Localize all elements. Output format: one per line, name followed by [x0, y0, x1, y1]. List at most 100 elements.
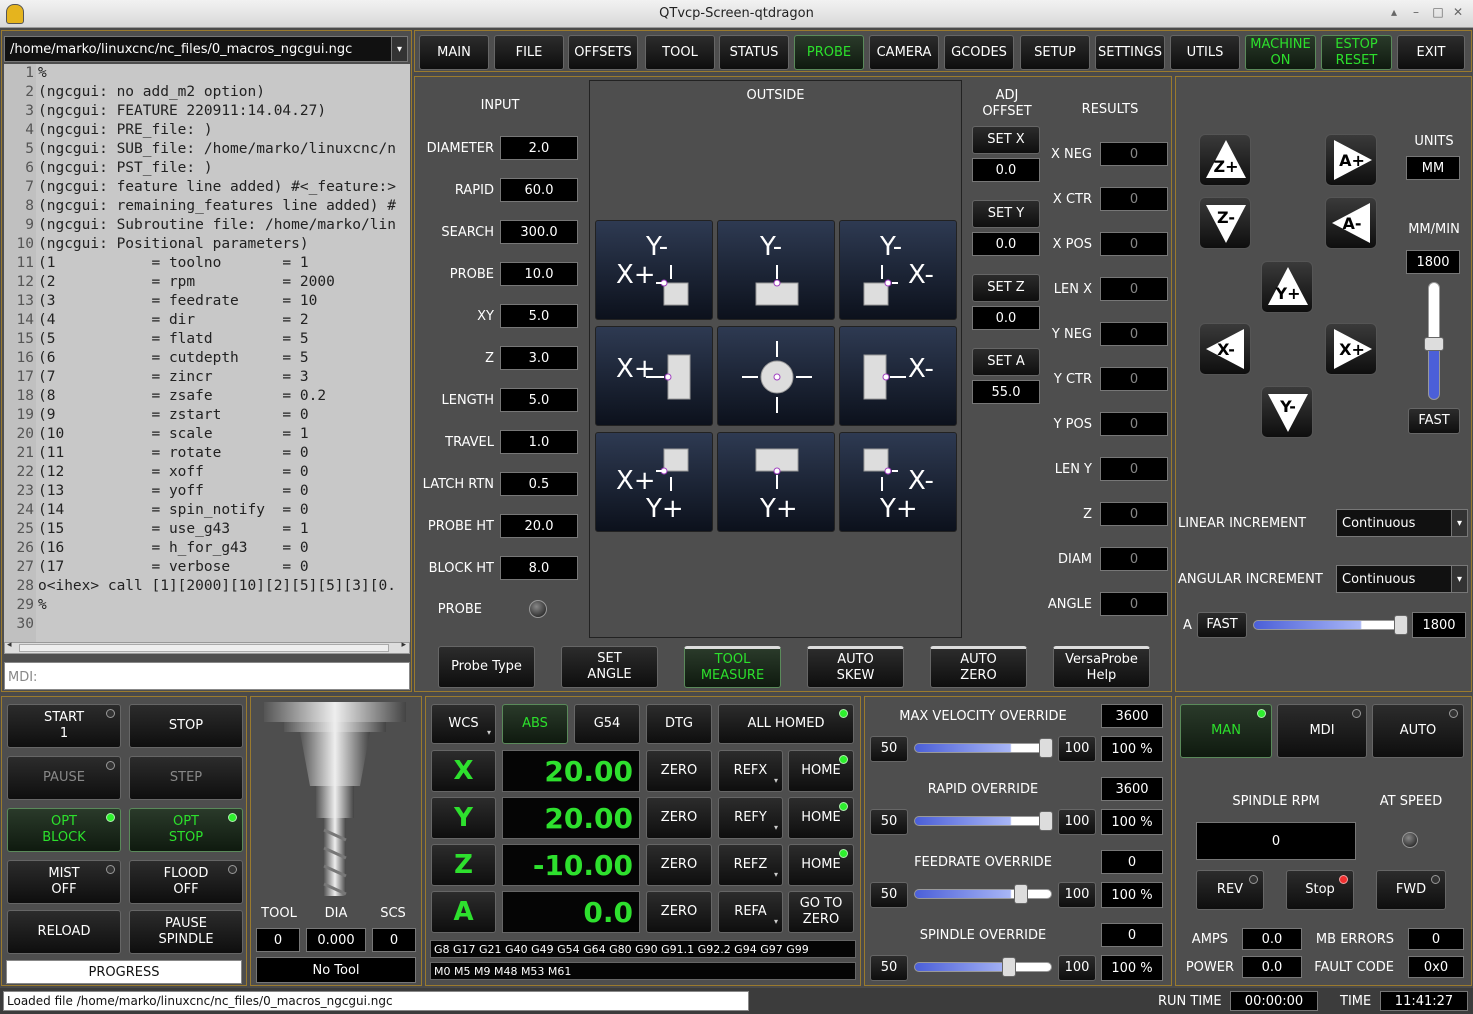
- zero-x-button[interactable]: ZERO: [646, 750, 712, 792]
- probe-bottom-set-angle[interactable]: SET ANGLE: [561, 646, 658, 688]
- probe-input-field[interactable]: 1.0: [500, 430, 578, 454]
- probe-outside-corner-bottom-left[interactable]: X+ Y+: [595, 432, 713, 532]
- probe-input-field[interactable]: 3.0: [500, 346, 578, 370]
- gcode-editor[interactable]: 1 2 3 4 5 6 7 8 9 10 11 12 13 14 15 16 17 18 19 20 21 22 23 24 2…: [4, 64, 410, 642]
- override-slider[interactable]: [914, 884, 1052, 904]
- jog-y-minus-button[interactable]: Y-: [1261, 386, 1313, 438]
- axis-x-button[interactable]: X: [431, 750, 496, 792]
- probe-outside-edge-bottom[interactable]: Y+: [717, 432, 835, 532]
- override-max-button[interactable]: 100: [1058, 955, 1096, 981]
- probe-outside-edge-left[interactable]: X+: [595, 326, 713, 426]
- adj-offset-value[interactable]: 0.0: [972, 158, 1040, 182]
- window-close-icon[interactable]: ✕: [1449, 5, 1467, 21]
- window-up-icon[interactable]: ▴: [1385, 5, 1403, 21]
- set-z-button[interactable]: SET Z: [972, 274, 1040, 302]
- zero-z-button[interactable]: ZERO: [646, 844, 712, 886]
- override-max-button[interactable]: 100: [1058, 736, 1096, 762]
- probe-bottom-tool-measure[interactable]: TOOL MEASURE: [684, 646, 781, 688]
- override-min-button[interactable]: 50: [870, 736, 908, 762]
- override-slider[interactable]: [914, 738, 1053, 758]
- probe-input-field[interactable]: 2.0: [500, 136, 578, 160]
- probe-input-field[interactable]: 8.0: [500, 556, 578, 580]
- home-a-button[interactable]: GO TO ZERO: [788, 891, 854, 933]
- tab-settings[interactable]: SETTINGS: [1095, 35, 1165, 70]
- pause-spindle-button[interactable]: PAUSE SPINDLE: [129, 910, 243, 954]
- g54-button[interactable]: G54: [574, 704, 640, 744]
- a-rate-slider-handle[interactable]: [1394, 615, 1408, 635]
- override-slider-handle[interactable]: [1039, 811, 1053, 831]
- home-y-button[interactable]: HOME: [788, 797, 854, 839]
- pause-button[interactable]: PAUSE: [7, 756, 121, 800]
- auto-mode-button[interactable]: AUTO: [1372, 704, 1464, 758]
- jog-z-plus-button[interactable]: Z+: [1199, 134, 1251, 186]
- probe-input-field[interactable]: 20.0: [500, 514, 578, 538]
- probe-bottom-auto-zero[interactable]: AUTO ZERO: [930, 646, 1027, 688]
- tab-file[interactable]: FILE: [494, 35, 564, 70]
- probe-outside-edge-right[interactable]: X-: [839, 326, 957, 426]
- scroll-right-icon[interactable]: ▸: [401, 640, 406, 650]
- mist-button[interactable]: MIST OFF: [7, 860, 121, 904]
- adj-offset-value[interactable]: 0.0: [972, 232, 1040, 256]
- jog-fast-button[interactable]: FAST: [1408, 408, 1460, 434]
- tab-camera[interactable]: CAMERA: [869, 35, 939, 70]
- opt-block-button[interactable]: OPT BLOCK: [7, 808, 121, 852]
- ref-z-button[interactable]: REFZ ▾: [718, 844, 783, 886]
- reload-button[interactable]: RELOAD: [7, 910, 121, 954]
- flood-button[interactable]: FLOOD OFF: [129, 860, 243, 904]
- dtg-button[interactable]: DTG: [646, 704, 712, 744]
- home-x-button[interactable]: HOME: [788, 750, 854, 792]
- override-max-button[interactable]: 100: [1058, 809, 1096, 835]
- set-a-button[interactable]: SET A: [972, 348, 1040, 376]
- probe-input-field[interactable]: 60.0: [500, 178, 578, 202]
- jog-x-minus-button[interactable]: X-: [1199, 323, 1251, 375]
- tab-offsets[interactable]: OFFSETS: [568, 35, 638, 70]
- set-y-button[interactable]: SET Y: [972, 200, 1040, 228]
- a-rate-slider[interactable]: [1253, 615, 1408, 635]
- override-min-button[interactable]: 50: [870, 955, 908, 981]
- tab-probe[interactable]: PROBE: [794, 35, 864, 70]
- probe-bottom-auto-skew[interactable]: AUTO SKEW: [807, 646, 904, 688]
- zero-a-button[interactable]: ZERO: [646, 891, 712, 933]
- probe-bottom-probe-type[interactable]: Probe Type: [438, 646, 535, 688]
- jog-a-plus-button[interactable]: A+: [1325, 134, 1377, 186]
- jog-rate-slider[interactable]: [1424, 282, 1444, 400]
- spindle-reverse-button[interactable]: REV: [1196, 870, 1264, 910]
- manual-mode-button[interactable]: MAN: [1180, 704, 1272, 758]
- linear-increment-combo[interactable]: Continuous ▾: [1336, 509, 1468, 537]
- jog-rate-slider-handle[interactable]: [1424, 337, 1444, 352]
- probe-input-field[interactable]: 0.5: [500, 472, 578, 496]
- ref-y-button[interactable]: REFY ▾: [718, 797, 783, 839]
- estop-reset-button[interactable]: ESTOP RESET: [1321, 35, 1392, 70]
- override-slider[interactable]: [914, 811, 1053, 831]
- ref-a-button[interactable]: REFA ▾: [718, 891, 783, 933]
- step-button[interactable]: STEP: [129, 756, 243, 800]
- jog-x-plus-button[interactable]: X+: [1325, 323, 1377, 375]
- probe-outside-center[interactable]: [717, 326, 835, 426]
- probe-input-field[interactable]: 5.0: [500, 304, 578, 328]
- probe-bottom-versaprobe-help[interactable]: VersaProbe Help: [1053, 646, 1150, 688]
- abs-button[interactable]: ABS: [502, 704, 568, 744]
- override-max-button[interactable]: 100: [1058, 882, 1096, 908]
- tab-tool[interactable]: TOOL: [645, 35, 715, 70]
- scroll-left-icon[interactable]: ◂: [7, 640, 12, 650]
- override-min-button[interactable]: 50: [870, 882, 908, 908]
- window-minimize-icon[interactable]: –: [1407, 5, 1425, 21]
- probe-outside-corner-bottom-right[interactable]: X- Y+: [839, 432, 957, 532]
- opt-stop-button[interactable]: OPT STOP: [129, 808, 243, 852]
- horizontal-scrollbar[interactable]: ◂ ▸: [4, 640, 410, 654]
- wcs-button[interactable]: WCS ▾: [431, 704, 496, 744]
- spindle-stop-button[interactable]: Stop: [1286, 870, 1354, 910]
- all-homed-button[interactable]: ALL HOMED: [718, 704, 854, 744]
- ref-x-button[interactable]: REFX ▾: [718, 750, 783, 792]
- window-maximize-icon[interactable]: □: [1429, 5, 1447, 21]
- tab-setup[interactable]: SETUP: [1020, 35, 1090, 70]
- tab-main[interactable]: MAIN: [419, 35, 489, 70]
- start-button[interactable]: START 1: [7, 704, 121, 748]
- scrollbar-thumb[interactable]: [19, 644, 389, 652]
- file-combo[interactable]: /home/marko/linuxcnc/nc_files/0_macros_n…: [4, 36, 408, 62]
- exit-button[interactable]: EXIT: [1397, 35, 1465, 70]
- override-slider-handle[interactable]: [1039, 738, 1053, 758]
- override-slider-handle[interactable]: [1002, 957, 1016, 977]
- override-slider-handle[interactable]: [1014, 884, 1028, 904]
- probe-input-field[interactable]: 10.0: [500, 262, 578, 286]
